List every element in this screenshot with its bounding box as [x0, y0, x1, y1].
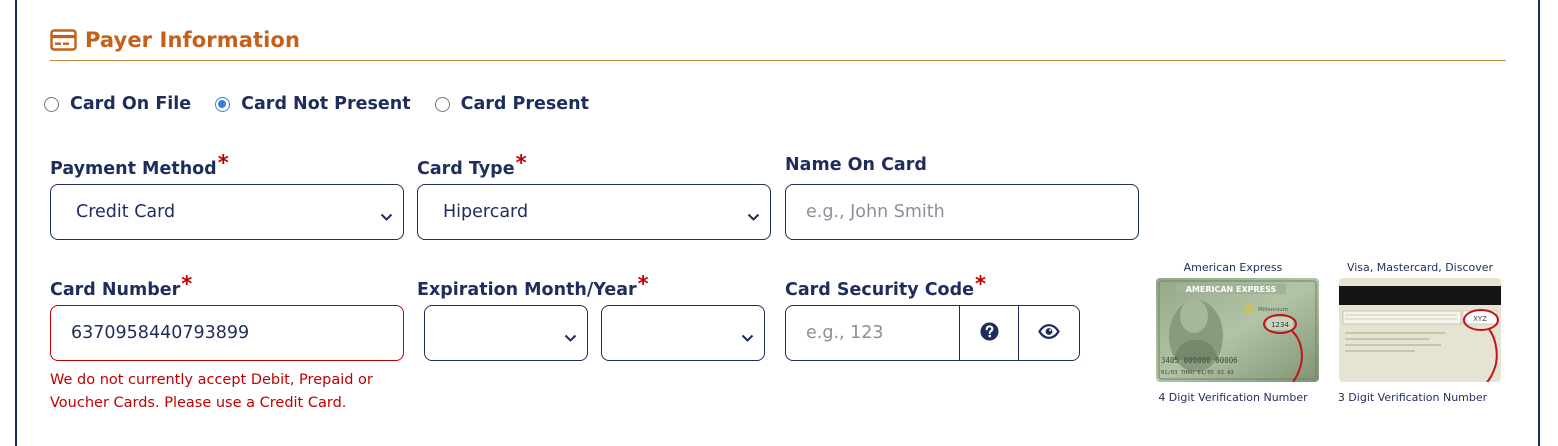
radio-label: Card On File	[70, 94, 192, 114]
chevron-down-icon	[747, 207, 760, 226]
visa-card-back-image: XYZ	[1339, 278, 1501, 382]
required-asterisk: *	[974, 272, 986, 296]
expiration-month-select[interactable]	[424, 305, 588, 361]
section-title: Payer Information	[85, 28, 301, 52]
security-code-label: Card Security Code*	[785, 272, 986, 300]
amex-sample-code: 1234	[1271, 321, 1289, 329]
required-asterisk: *	[515, 151, 527, 175]
chevron-down-icon	[741, 328, 754, 347]
payment-mode-radio-group: Card On File Card Not Present Card Prese…	[44, 94, 613, 114]
header-divider	[50, 60, 1506, 61]
amex-card-image: AMERICAN EXPRESS Millennium 3405 000000 …	[1156, 278, 1319, 382]
required-asterisk: *	[181, 272, 193, 296]
security-code-visibility-toggle[interactable]	[1018, 306, 1079, 360]
payment-method-value: Credit Card	[76, 202, 176, 222]
radio-card-not-present[interactable]: Card Not Present	[215, 94, 411, 114]
security-code-input[interactable]: e.g., 123	[786, 306, 959, 360]
container-left-border	[15, 0, 17, 446]
radio-label: Card Not Present	[241, 94, 411, 114]
name-on-card-placeholder: e.g., John Smith	[806, 202, 945, 222]
credit-card-icon	[50, 29, 77, 51]
card-number-value: 6370958440793899	[71, 323, 250, 343]
required-asterisk: *	[217, 151, 229, 175]
chevron-down-icon	[564, 328, 577, 347]
name-on-card-label: Name On Card	[785, 155, 927, 175]
visa-example-caption: 3 Digit Verification Number	[1337, 391, 1488, 404]
section-header: Payer Information	[50, 28, 300, 52]
card-type-label: Card Type*	[417, 151, 527, 179]
amex-example-caption: 4 Digit Verification Number	[1158, 391, 1308, 404]
security-code-help-button[interactable]	[958, 306, 1019, 360]
radio-button[interactable]	[434, 96, 450, 112]
expiration-year-select[interactable]	[601, 305, 765, 361]
question-circle-icon	[980, 321, 999, 345]
radio-button-selected[interactable]	[215, 96, 231, 112]
required-asterisk: *	[637, 272, 649, 296]
amex-image-brand: AMERICAN EXPRESS	[1186, 285, 1277, 294]
card-type-value: Hipercard	[443, 202, 529, 222]
radio-card-on-file[interactable]: Card On File	[44, 94, 191, 114]
payment-method-label: Payment Method*	[50, 151, 229, 179]
security-code-placeholder: e.g., 123	[806, 323, 884, 343]
amex-image-dates: 01/03 THRU 01/05 03 A3	[1161, 370, 1234, 376]
container-right-border	[1538, 0, 1540, 446]
visa-sample-code: XYZ	[1473, 315, 1487, 323]
card-number-label: Card Number*	[50, 272, 193, 300]
visa-example-title: Visa, Mastercard, Discover	[1346, 261, 1494, 274]
card-number-input[interactable]: 6370958440793899	[50, 305, 404, 361]
radio-button[interactable]	[44, 96, 59, 112]
radio-card-present[interactable]: Card Present	[434, 94, 589, 114]
card-number-error-message: We do not currently accept Debit, Prepai…	[50, 372, 373, 411]
name-on-card-input[interactable]: e.g., John Smith	[785, 184, 1139, 240]
card-type-select[interactable]: Hipercard	[417, 184, 771, 240]
payment-method-select[interactable]: Credit Card	[50, 184, 404, 240]
radio-label: Card Present	[460, 94, 589, 114]
security-code-group: e.g., 123	[785, 305, 1080, 361]
chevron-down-icon	[380, 207, 393, 226]
amex-image-subtext: Millennium	[1258, 307, 1288, 313]
eye-icon	[1038, 323, 1061, 343]
expiration-label: Expiration Month/Year*	[417, 272, 649, 300]
amex-image-number: 3405 000000 00006	[1161, 356, 1238, 365]
amex-example-title: American Express	[1183, 261, 1283, 274]
